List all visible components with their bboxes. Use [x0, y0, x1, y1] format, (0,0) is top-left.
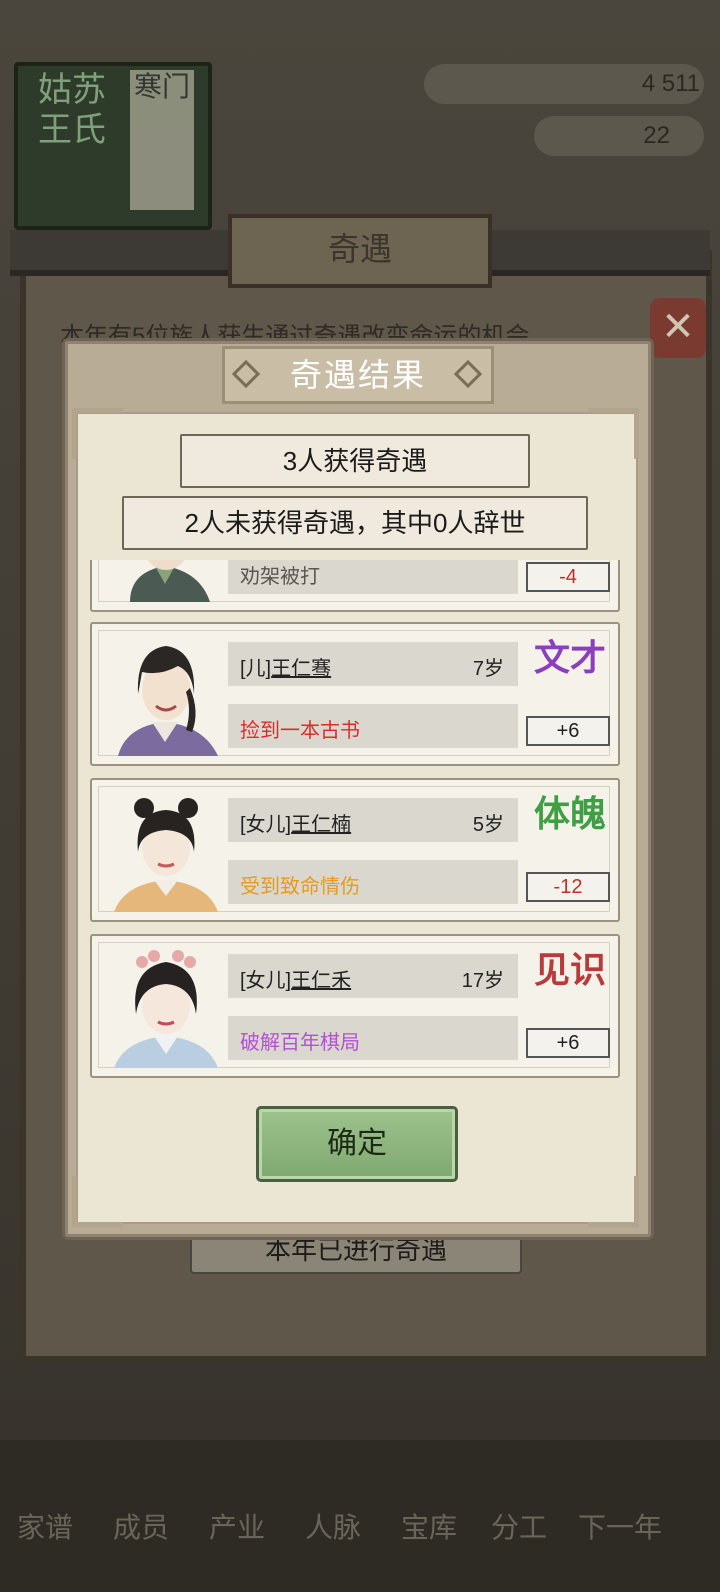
- relation-label: [女儿]: [240, 814, 292, 836]
- corner-ornament: [588, 408, 639, 459]
- nav-members[interactable]: 成员: [96, 1506, 186, 1546]
- result-card: [女儿]王仁禾 17岁 破解百年棋局 见识 +6: [90, 934, 620, 1078]
- event-text: 破解百年棋局: [240, 1032, 360, 1054]
- relation-label: [女儿]: [240, 970, 292, 992]
- close-icon[interactable]: ✕: [650, 298, 706, 358]
- nav-connections[interactable]: 人脉: [288, 1506, 378, 1546]
- modal-title: 奇遇结果: [222, 346, 494, 404]
- nav-property[interactable]: 产业: [192, 1506, 282, 1546]
- corner-ornament: [72, 408, 123, 459]
- age-label: 5岁: [472, 814, 504, 836]
- event-box: 劝架被打: [228, 560, 518, 594]
- attribute-delta: +6: [526, 716, 610, 746]
- portrait-avatar: [100, 560, 230, 602]
- gold-value: 22: [643, 122, 670, 149]
- event-text: 劝架被打: [240, 566, 320, 588]
- family-book-subtitle: 寒门: [130, 70, 194, 210]
- attribute-delta: -12: [526, 872, 610, 902]
- corner-ornament: [588, 1176, 639, 1227]
- nav-assignment[interactable]: 分工: [474, 1506, 564, 1546]
- attribute-label: 见识: [533, 949, 606, 991]
- family-book-title: 姑苏 王氏: [38, 70, 106, 150]
- member-name-link[interactable]: 王仁楠: [291, 814, 351, 836]
- name-box: [女儿]王仁禾 17岁: [228, 954, 518, 998]
- event-text: 捡到一本古书: [240, 720, 360, 742]
- name-box: [女儿]王仁楠 5岁: [228, 798, 518, 842]
- currency-value: 4 511: [641, 70, 700, 97]
- attribute-delta: +6: [526, 1028, 610, 1058]
- relation-label: [儿]: [240, 658, 272, 680]
- nav-family-tree[interactable]: 家谱: [0, 1506, 90, 1546]
- portrait-avatar: [100, 944, 230, 1068]
- nav-next-year[interactable]: 下一年: [560, 1506, 680, 1546]
- not-gained-summary: 2人未获得奇遇，其中0人辞世: [122, 496, 588, 550]
- name-box: [儿]王仁骞 7岁: [228, 642, 518, 686]
- portrait-avatar: [100, 788, 230, 912]
- nav-treasury[interactable]: 宝库: [384, 1506, 474, 1546]
- member-name-link[interactable]: 王仁禾: [291, 970, 351, 992]
- corner-ornament: [72, 1176, 123, 1227]
- event-box: 破解百年棋局: [228, 1016, 518, 1060]
- age-label: 17岁: [461, 970, 504, 992]
- result-list[interactable]: 劝架被打 -4 [儿]王仁骞 7岁 捡到一本古书 文才 +6 [女儿]王仁楠 5…: [90, 560, 620, 1084]
- event-box: 受到致命情伤: [228, 860, 518, 904]
- gained-summary: 3人获得奇遇: [180, 434, 530, 488]
- confirm-button[interactable]: 确定: [256, 1106, 458, 1182]
- event-text: 受到致命情伤: [240, 876, 360, 898]
- age-label: 7岁: [472, 658, 504, 680]
- member-name-link[interactable]: 王仁骞: [271, 658, 331, 680]
- attribute-label: 体魄: [533, 793, 606, 835]
- portrait-avatar: [100, 632, 230, 756]
- result-card: [儿]王仁骞 7岁 捡到一本古书 文才 +6: [90, 622, 620, 766]
- result-card: [女儿]王仁楠 5岁 受到致命情伤 体魄 -12: [90, 778, 620, 922]
- result-card: 劝架被打 -4: [90, 560, 620, 612]
- attribute-delta: -4: [526, 562, 610, 592]
- attribute-label: 文才: [533, 637, 606, 679]
- event-box: 捡到一本古书: [228, 704, 518, 748]
- encounter-panel-title: 奇遇: [228, 214, 492, 288]
